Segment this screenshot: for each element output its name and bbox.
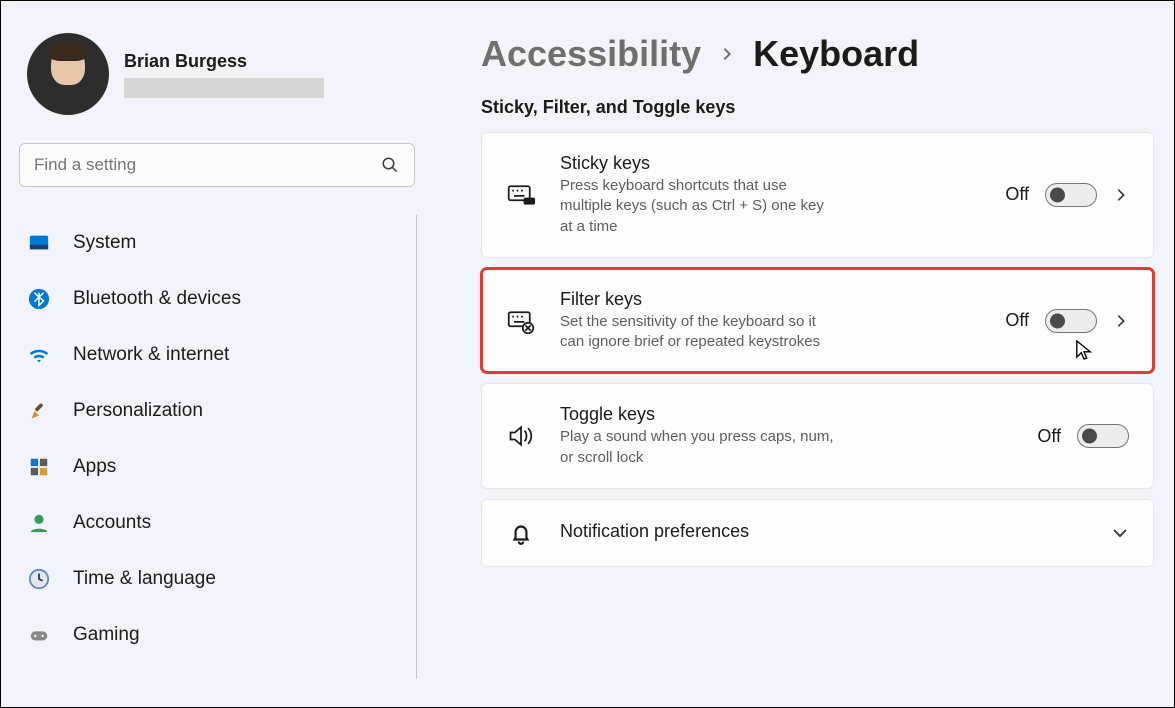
setting-row-sticky-keys[interactable]: Sticky keys Press keyboard shortcuts tha… [481,132,1154,258]
monitor-icon [27,231,51,255]
mouse-cursor-icon [1075,339,1093,361]
filter-keys-icon [506,307,536,335]
sidebar-item-bluetooth[interactable]: Bluetooth & devices [17,271,416,327]
toggle-state-label: Off [1005,310,1029,331]
setting-description: Play a sound when you press caps, num, o… [560,427,840,468]
sidebar-item-apps[interactable]: Apps [17,439,416,495]
sidebar-item-label: Time & language [73,568,216,590]
avatar [27,33,109,115]
sidebar-item-label: Accounts [73,512,151,534]
gamepad-icon [27,623,51,647]
setting-row-toggle-keys[interactable]: Toggle keys Play a sound when you press … [481,383,1154,489]
section-heading: Sticky, Filter, and Toggle keys [481,97,1154,118]
sidebar: Brian Burgess System [1,1,433,707]
toggle-keys-toggle[interactable] [1077,424,1129,448]
filter-keys-toggle[interactable] [1045,309,1097,333]
chevron-down-icon[interactable] [1111,524,1129,542]
bell-icon [506,520,536,546]
setting-row-notification-preferences[interactable]: Notification preferences [481,499,1154,567]
user-name: Brian Burgess [124,51,324,72]
setting-description: Set the sensitivity of the keyboard so i… [560,312,840,353]
sidebar-nav: System Bluetooth & devices Network & int… [17,215,417,679]
bluetooth-icon [27,287,51,311]
sidebar-item-label: Gaming [73,624,140,646]
sidebar-item-network[interactable]: Network & internet [17,327,416,383]
setting-title: Filter keys [560,289,840,310]
sidebar-item-label: System [73,232,136,254]
wifi-icon [27,343,51,367]
setting-title: Sticky keys [560,153,840,174]
chevron-right-icon[interactable] [1113,187,1129,203]
toggle-state-label: Off [1037,426,1061,447]
toggle-state-label: Off [1005,184,1029,205]
clock-globe-icon [27,567,51,591]
breadcrumb: Accessibility Keyboard [481,33,1154,75]
setting-row-filter-keys[interactable]: Filter keys Set the sensitivity of the k… [481,268,1154,374]
sidebar-item-system[interactable]: System [17,215,416,271]
sidebar-item-label: Personalization [73,400,203,422]
sidebar-item-time-language[interactable]: Time & language [17,551,416,607]
setting-title: Notification preferences [560,521,1087,542]
page-title: Keyboard [753,33,919,75]
person-icon [27,511,51,535]
search-input[interactable] [19,143,415,187]
breadcrumb-parent[interactable]: Accessibility [481,33,701,75]
chevron-right-icon [719,46,735,62]
user-email-redacted [124,78,324,98]
sidebar-item-gaming[interactable]: Gaming [17,607,416,663]
setting-description: Press keyboard shortcuts that use multip… [560,176,840,237]
search-icon [381,156,399,174]
sidebar-item-personalization[interactable]: Personalization [17,383,416,439]
main-content: Accessibility Keyboard Sticky, Filter, a… [433,1,1174,707]
sidebar-item-label: Network & internet [73,344,229,366]
apps-icon [27,455,51,479]
sticky-keys-icon [506,181,536,209]
paintbrush-icon [27,399,51,423]
sidebar-item-label: Apps [73,456,116,478]
sidebar-item-label: Bluetooth & devices [73,288,241,310]
user-account-block[interactable]: Brian Burgess [17,33,417,115]
chevron-right-icon[interactable] [1113,313,1129,329]
setting-title: Toggle keys [560,404,840,425]
speaker-icon [506,422,536,450]
sidebar-item-accounts[interactable]: Accounts [17,495,416,551]
sticky-keys-toggle[interactable] [1045,183,1097,207]
